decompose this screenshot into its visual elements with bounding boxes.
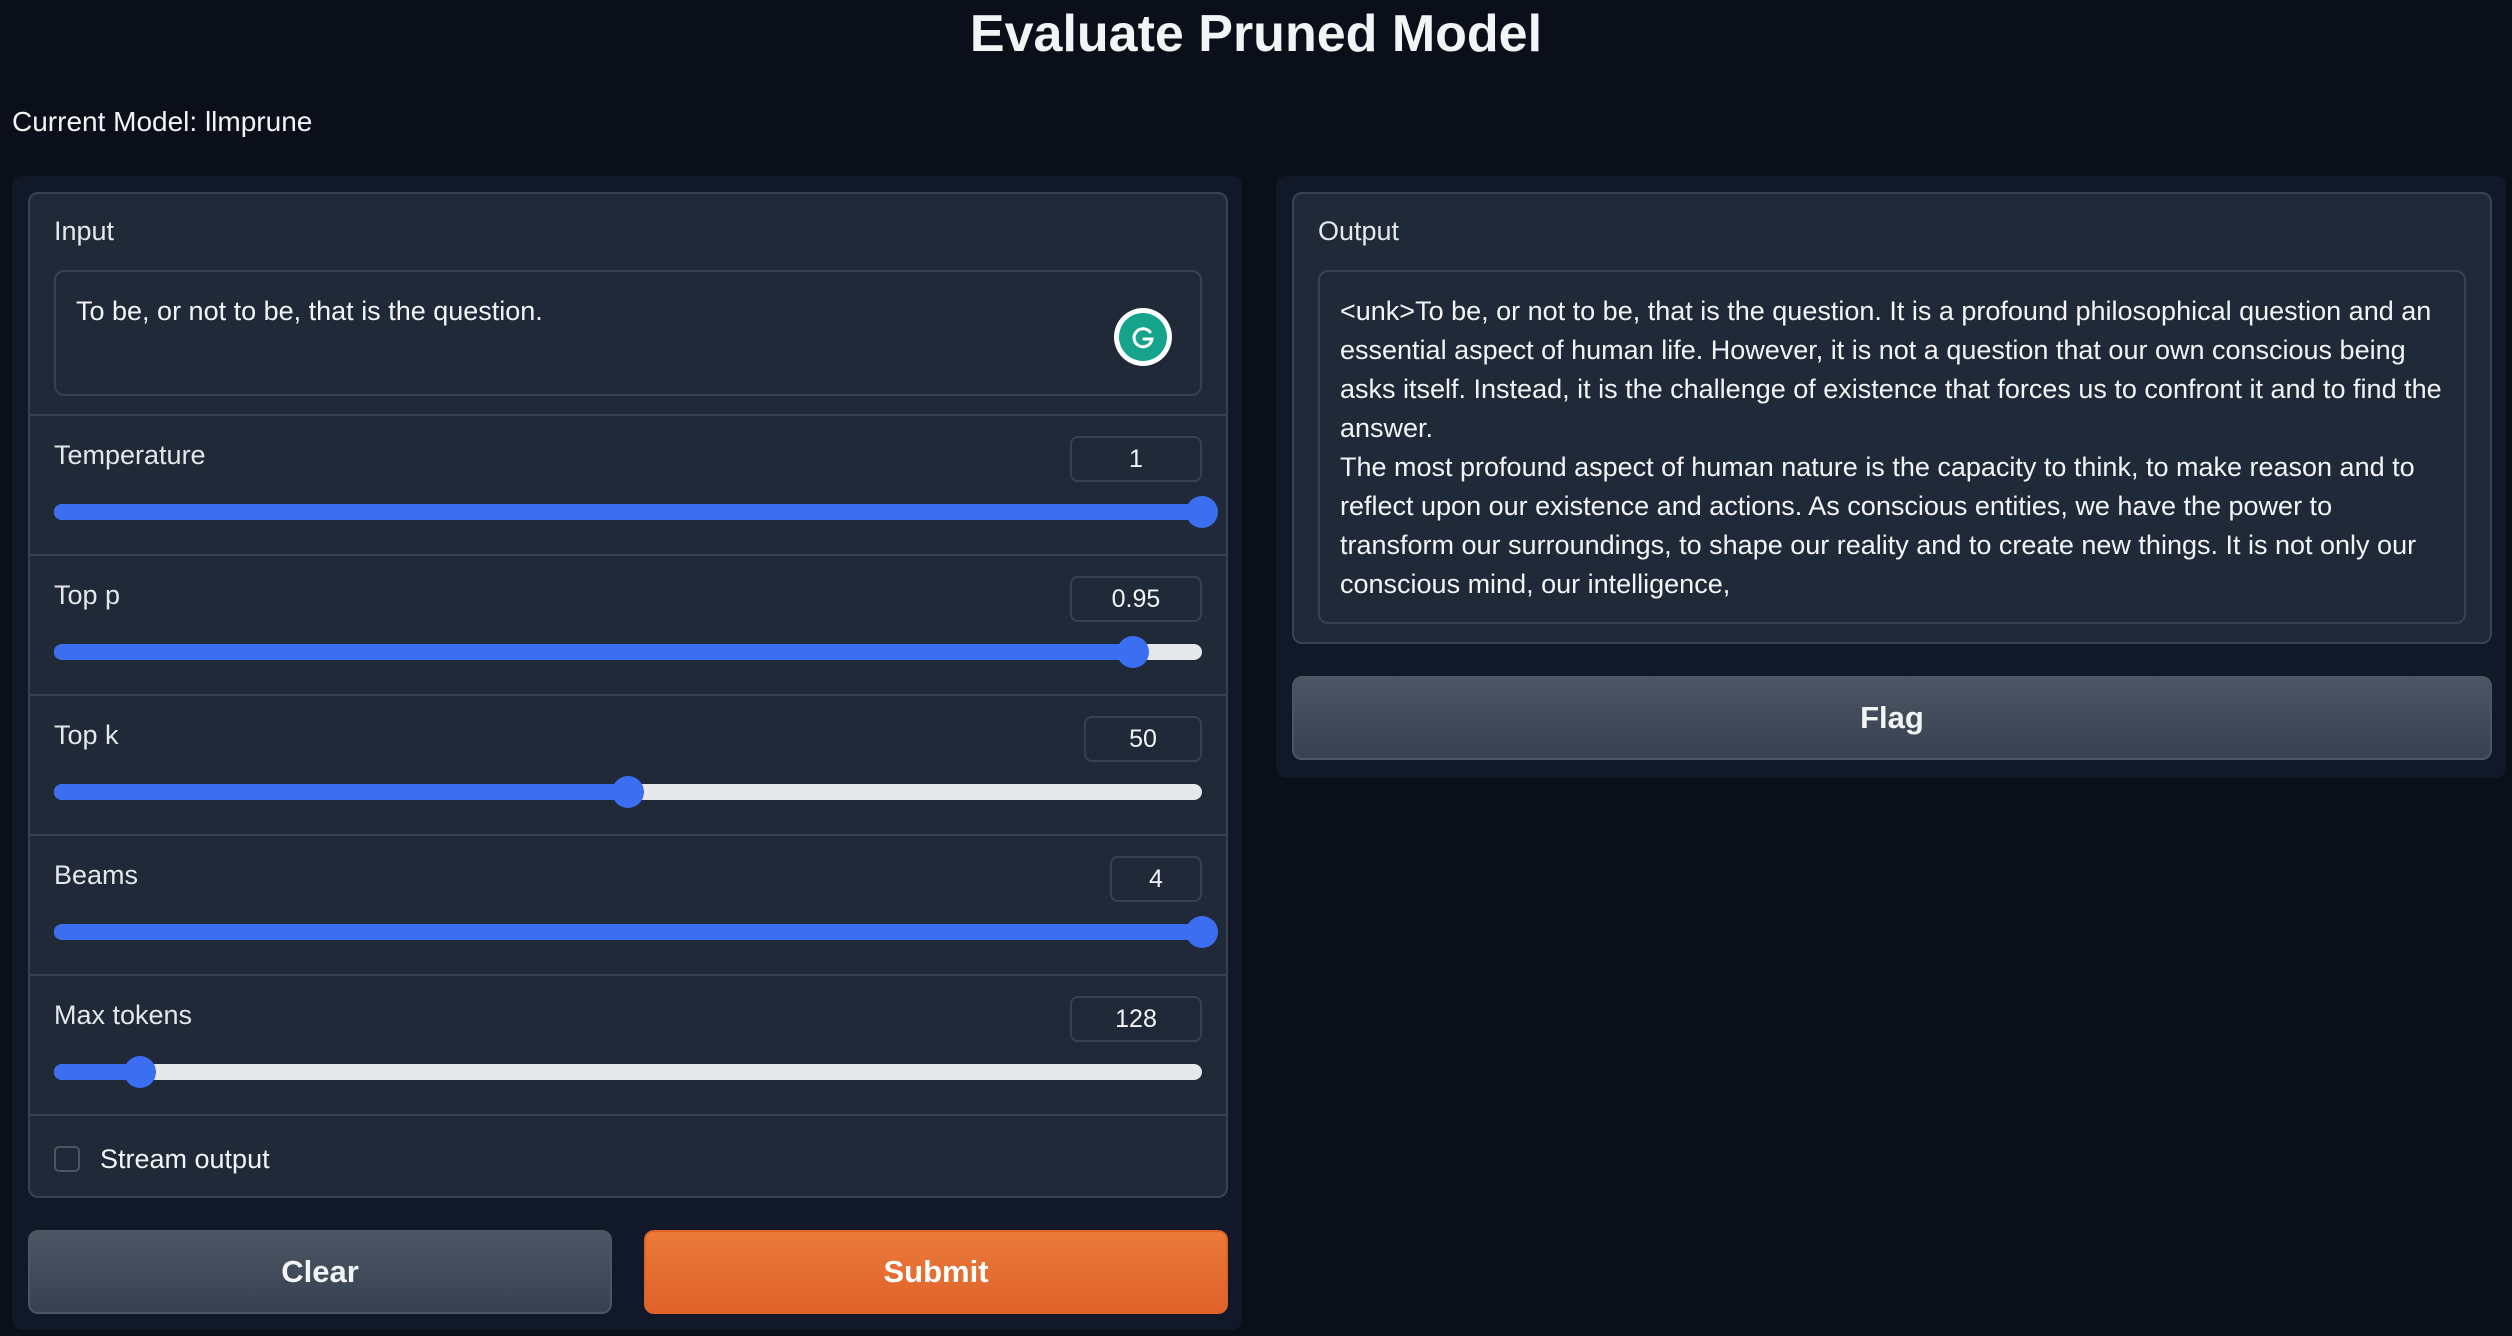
top-k-number-input[interactable]: 50 [1084, 716, 1202, 762]
input-textbox[interactable]: To be, or not to be, that is the questio… [54, 270, 1202, 396]
stream-output-checkbox[interactable] [54, 1146, 80, 1172]
temperature-number-input[interactable]: 1 [1070, 436, 1202, 482]
output-paragraph-2: The most profound aspect of human nature… [1340, 452, 2417, 599]
output-paragraph-1: <unk>To be, or not to be, that is the qu… [1340, 296, 2442, 443]
beams-slider-thumb[interactable] [1186, 916, 1218, 948]
max-tokens-label: Max tokens [54, 1000, 193, 1030]
beams-slider[interactable] [54, 916, 1218, 948]
beams-slider-block: Beams 4 [30, 836, 1226, 976]
top-k-slider-thumb[interactable] [612, 776, 644, 808]
stream-output-label[interactable]: Stream output [100, 1142, 270, 1176]
temperature-slider-block: Temperature 1 [30, 416, 1226, 556]
max-tokens-slider[interactable] [54, 1056, 1202, 1088]
input-text: To be, or not to be, that is the questio… [76, 296, 543, 326]
max-tokens-number-input[interactable]: 128 [1070, 996, 1202, 1042]
top-k-slider[interactable] [54, 776, 1202, 808]
beams-number-input[interactable]: 4 [1110, 856, 1202, 902]
page-title: Evaluate Pruned Model [969, 5, 1543, 63]
submit-button[interactable]: Submit [644, 1230, 1228, 1314]
temperature-slider[interactable] [54, 496, 1218, 528]
output-textbox[interactable]: <unk>To be, or not to be, that is the qu… [1318, 270, 2466, 624]
beams-label: Beams [54, 860, 139, 890]
flag-button[interactable]: Flag [1292, 676, 2492, 760]
input-label: Input [54, 216, 115, 246]
grammarly-icon[interactable] [1114, 308, 1172, 366]
top-p-slider-thumb[interactable] [1117, 636, 1150, 668]
output-text: <unk>To be, or not to be, that is the qu… [1340, 292, 2444, 604]
input-block: Input To be, or not to be, that is the q… [30, 194, 1226, 416]
top-k-label: Top k [54, 720, 119, 750]
top-p-slider[interactable] [54, 636, 1202, 668]
input-panel: Input To be, or not to be, that is the q… [28, 192, 1228, 1198]
top-p-slider-block: Top p 0.95 [30, 556, 1226, 696]
current-model-text: Current Model: llmprune [12, 106, 313, 137]
max-tokens-slider-thumb[interactable] [124, 1056, 157, 1088]
temperature-slider-thumb[interactable] [1186, 496, 1218, 528]
top-k-slider-block: Top k 50 [30, 696, 1226, 836]
top-p-label: Top p [54, 580, 121, 610]
output-label: Output [1318, 216, 1400, 246]
output-column: Output <unk>To be, or not to be, that is… [1276, 176, 2506, 778]
stream-output-block: Stream output [30, 1116, 1226, 1196]
clear-button[interactable]: Clear [28, 1230, 612, 1314]
output-panel: Output <unk>To be, or not to be, that is… [1292, 192, 2492, 644]
top-p-number-input[interactable]: 0.95 [1070, 576, 1202, 622]
temperature-label: Temperature [54, 440, 206, 470]
max-tokens-slider-block: Max tokens 128 [30, 976, 1226, 1116]
input-column: Input To be, or not to be, that is the q… [12, 176, 1242, 1330]
